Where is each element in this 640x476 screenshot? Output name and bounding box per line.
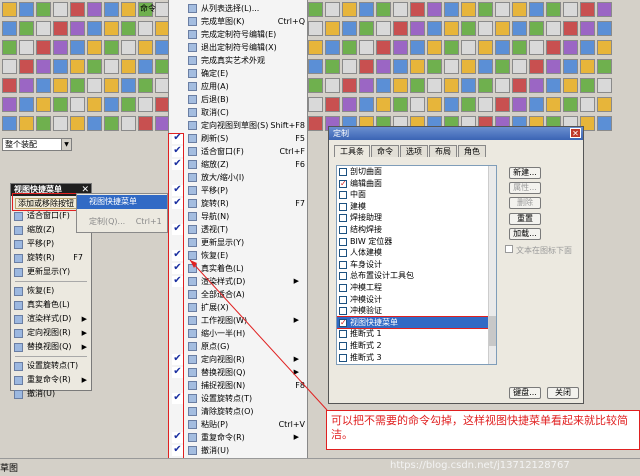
sketch-label: 草图	[0, 464, 19, 474]
annotation-note: 可以把不需要的命令勾掉，这样视图快捷菜单看起来就比较简洁。	[326, 410, 640, 450]
annotation-arrow	[189, 259, 328, 411]
watermark: https://blog.csdn.net/j13712128767	[390, 460, 570, 471]
